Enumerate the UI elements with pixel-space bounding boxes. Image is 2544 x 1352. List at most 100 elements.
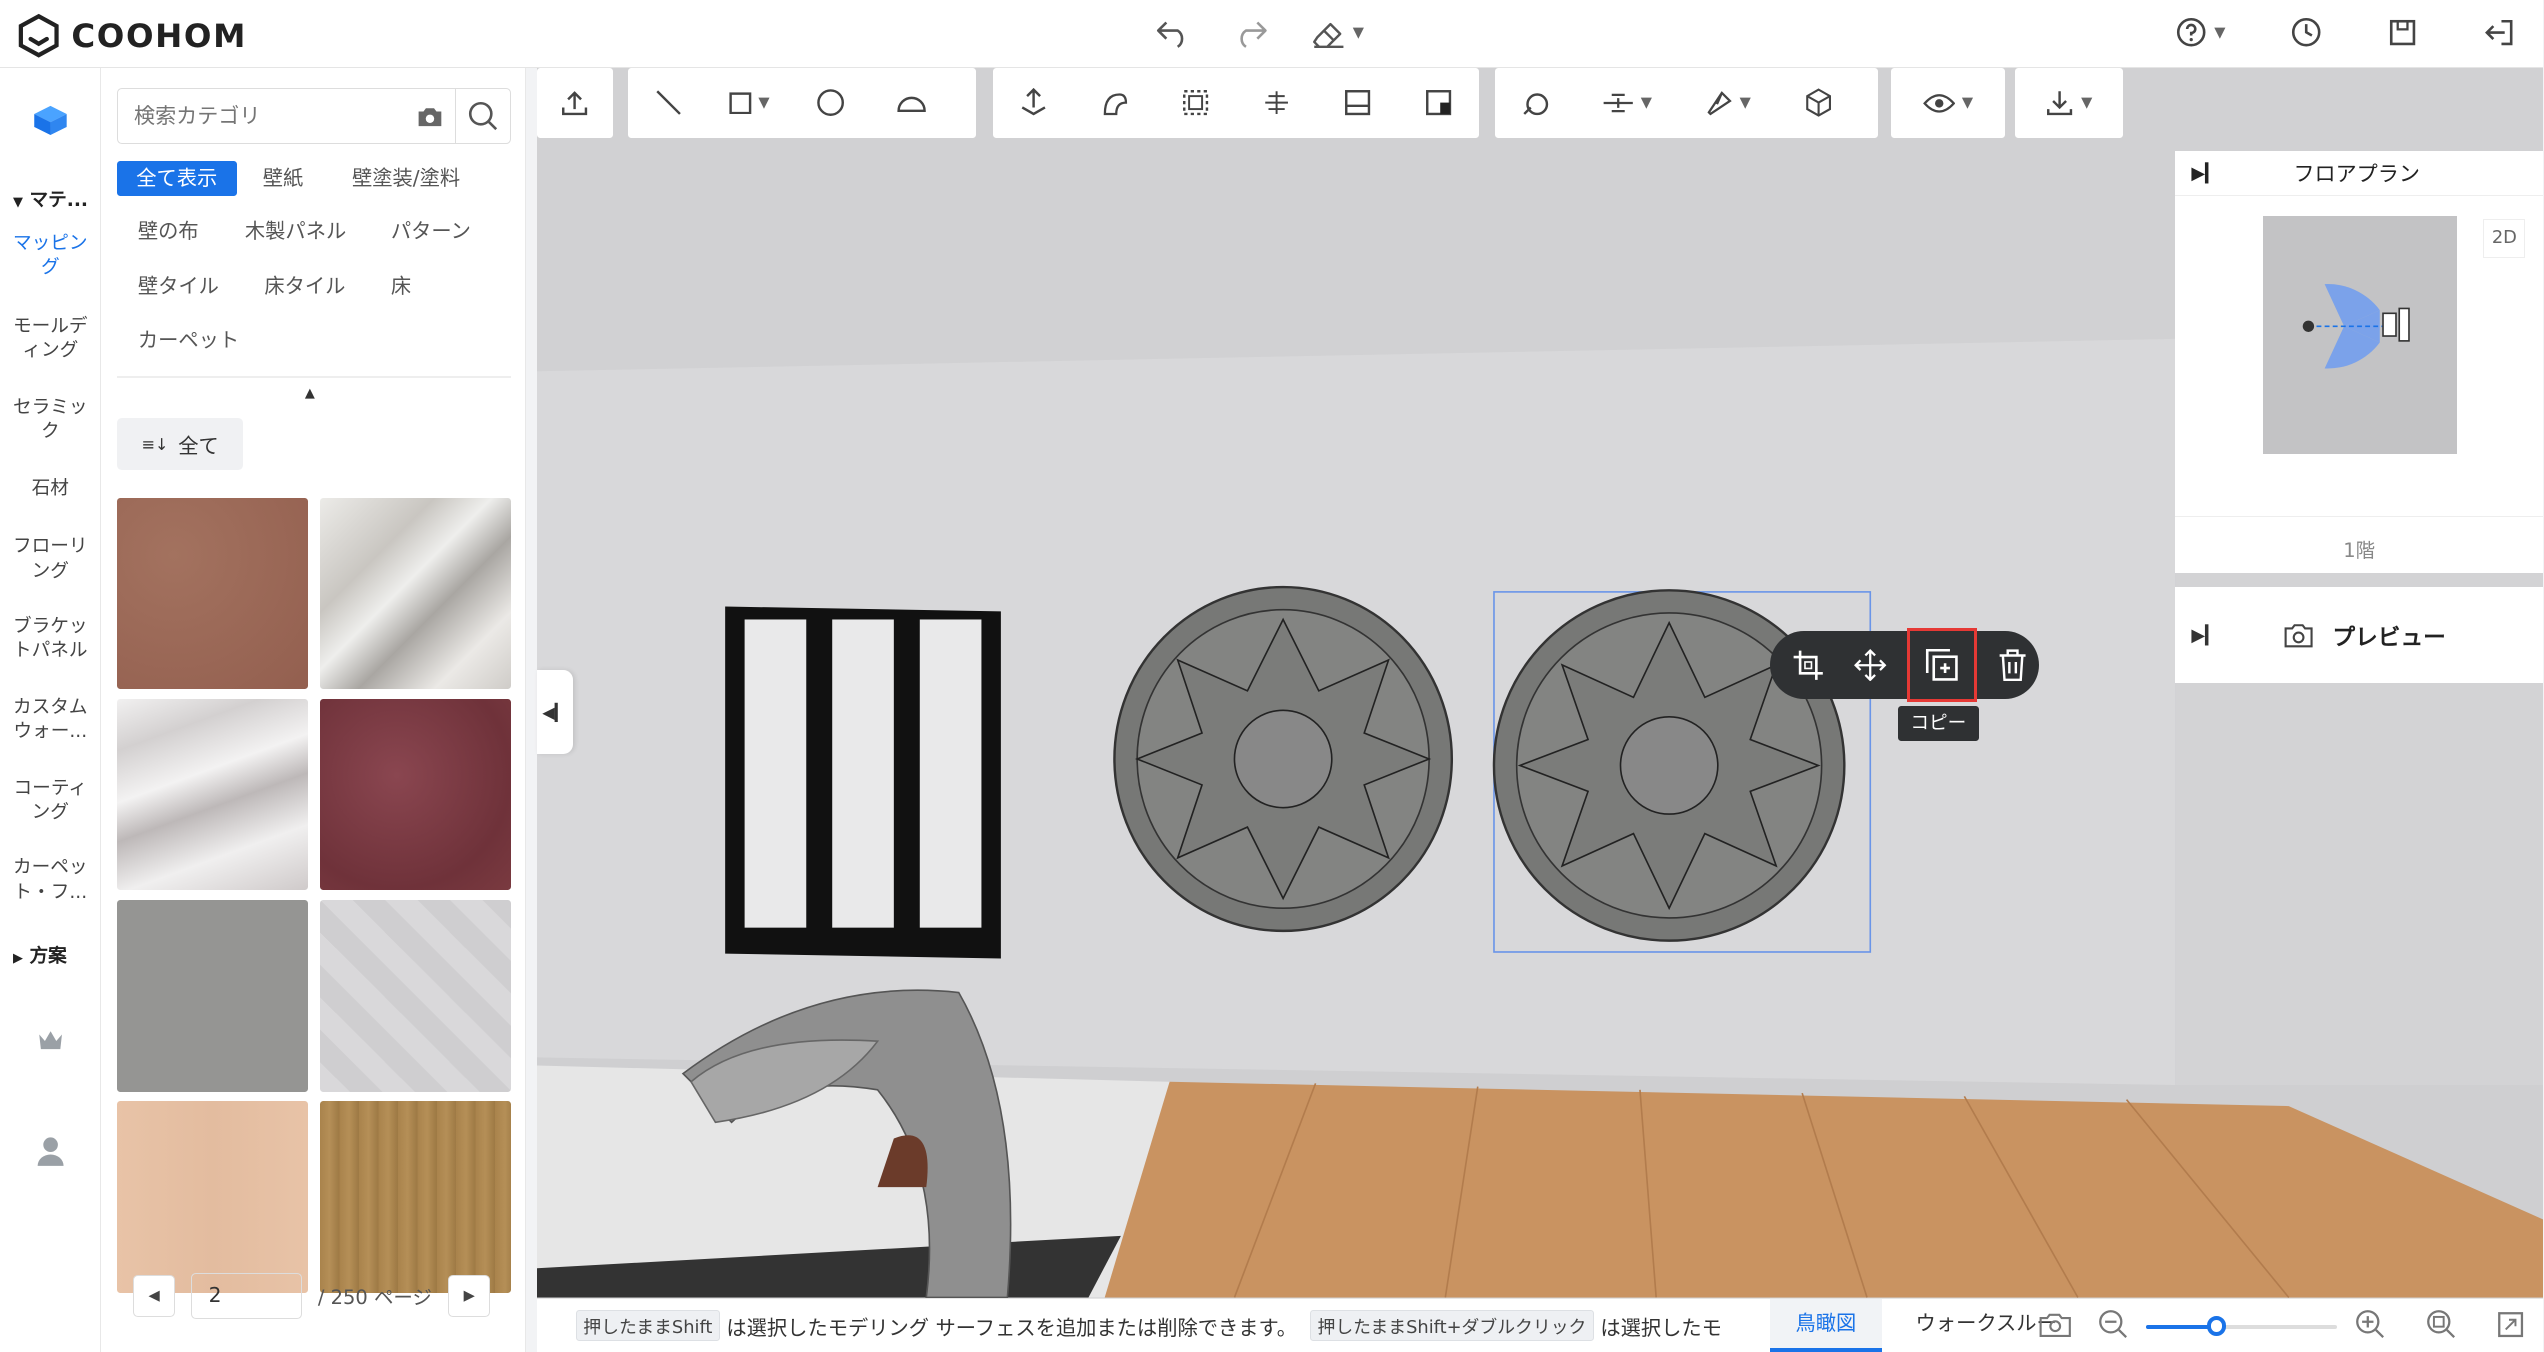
chevron-down-icon: ▼ (2214, 23, 2226, 41)
eraser-icon[interactable]: ▼ (1311, 16, 1364, 49)
save-icon[interactable] (2388, 18, 2417, 47)
filter-all-button[interactable]: ≡↓ 全て (116, 418, 244, 471)
line-tool-icon[interactable] (628, 68, 709, 138)
3d-model-icon[interactable] (1778, 68, 1859, 138)
zoom-slider-knob[interactable] (2206, 1316, 2227, 1336)
shortcut-key: 押したままShift (575, 1310, 720, 1342)
delete-icon[interactable] (1987, 636, 2039, 694)
texture-tile[interactable] (319, 1101, 511, 1293)
zoom-out-icon[interactable] (2097, 1308, 2129, 1345)
toolbar-group-edit (992, 68, 1480, 138)
category-chip-floor-tile[interactable]: 床タイル (245, 269, 365, 305)
nav-item-mapping[interactable]: マッピング (0, 232, 101, 281)
toolbar-group-draw: ▼ (627, 68, 977, 138)
sweep-icon[interactable] (1074, 68, 1155, 138)
floor-label[interactable]: 1階 (2175, 534, 2543, 563)
texture-tile[interactable] (116, 900, 309, 1092)
help-icon[interactable]: ▼ (2175, 16, 2225, 48)
search-input[interactable] (117, 89, 407, 143)
divider (116, 376, 511, 378)
nav-item-bracket-panel[interactable]: ブラケットパネル (0, 615, 101, 664)
app-root: COOHOM ▼ ▼ ▼ マテ... マッピング モールディング セラミック 石… (0, 0, 2544, 1352)
redo-icon[interactable] (1233, 16, 1269, 49)
move-icon[interactable] (1845, 636, 1897, 694)
category-chip-carpet[interactable]: カーペット (118, 323, 258, 359)
object-context-toolbar (1769, 627, 2039, 703)
category-chip-wood-panel[interactable]: 木製パネル (225, 214, 365, 250)
preview-button[interactable]: プレビュー (2219, 619, 2544, 652)
zoom-slider[interactable] (2145, 1316, 2338, 1336)
camera-icon (2284, 624, 2313, 648)
material-library-icon[interactable] (31, 101, 70, 137)
page-total: / 250 ページ (317, 1286, 432, 1310)
user-icon[interactable] (36, 1135, 65, 1167)
zoom-fit-icon[interactable] (2425, 1308, 2457, 1345)
copy-icon[interactable] (1906, 627, 1977, 703)
section-plan[interactable]: ▶ 方案 (13, 941, 67, 968)
copy-tooltip: コピー (1897, 705, 1979, 742)
align-icon[interactable]: ▼ (1577, 68, 1678, 138)
chevron-down-icon: ▼ (1352, 23, 1364, 41)
crown-icon[interactable] (36, 1028, 65, 1054)
logo[interactable]: COOHOM (16, 13, 247, 58)
view-mode-badge[interactable]: 2D (2483, 218, 2526, 258)
nav-item-stone[interactable]: 石材 (0, 477, 101, 501)
material-brush-icon[interactable]: ▼ (1677, 68, 1778, 138)
floorplan-title: フロアプラン (2293, 161, 2420, 187)
panel-icon[interactable] (1317, 68, 1398, 138)
panel-toggle-icon[interactable]: ▶▎ (2191, 163, 2218, 184)
texture-tile[interactable] (319, 497, 511, 690)
crop-icon[interactable] (1783, 636, 1835, 694)
texture-tile[interactable] (319, 699, 511, 891)
section-material[interactable]: ▼ マテ... (13, 185, 88, 212)
collapse-panel-tab[interactable]: ◀▎ (536, 669, 573, 755)
nav-item-ceramic[interactable]: セラミック (0, 396, 101, 445)
upload-icon[interactable] (537, 68, 613, 138)
category-chip-wall-paint[interactable]: 壁塗装/塗料 (333, 161, 480, 197)
arc-tool-icon[interactable] (871, 68, 952, 138)
texture-tile[interactable] (116, 1101, 309, 1293)
rotate-icon[interactable] (1495, 68, 1576, 138)
download-icon[interactable]: ▼ (2015, 68, 2124, 138)
texture-tile[interactable] (116, 699, 309, 891)
texture-tile[interactable] (319, 900, 511, 1092)
category-chip-pattern[interactable]: パターン (371, 214, 490, 250)
search-icon[interactable] (454, 89, 510, 143)
floorplan-minimap[interactable] (2262, 215, 2458, 455)
next-page-button[interactable]: ▶ (448, 1274, 491, 1318)
toolbar-group-upload (536, 68, 614, 138)
nav-item-custom-wall[interactable]: カスタムウォー... (0, 696, 101, 745)
logo-mark-icon (18, 13, 59, 58)
category-chip-wallpaper[interactable]: 壁紙 (243, 161, 322, 197)
texture-tile[interactable] (116, 497, 309, 690)
screenshot-icon[interactable] (2039, 1310, 2071, 1344)
category-chip-floor[interactable]: 床 (371, 269, 430, 305)
nav-item-flooring[interactable]: フローリング (0, 535, 101, 584)
camera-search-icon[interactable] (406, 89, 455, 143)
select-area-icon[interactable] (1155, 68, 1236, 138)
fullscreen-icon[interactable] (2496, 1310, 2525, 1344)
push-pull-icon[interactable] (993, 68, 1074, 138)
page-input[interactable]: 2 (191, 1273, 302, 1319)
undo-icon[interactable] (1155, 16, 1191, 49)
collapse-up-icon[interactable]: ▲ (305, 386, 315, 401)
prev-page-button[interactable]: ◀ (133, 1274, 176, 1318)
toolbar-group-export: ▼ (2014, 68, 2124, 138)
exit-icon[interactable] (2482, 18, 2514, 47)
category-chip-all[interactable]: 全て表示 (116, 160, 237, 197)
layout-icon[interactable] (1398, 68, 1479, 138)
category-chip-wall-fabric[interactable]: 壁の布 (118, 214, 218, 250)
eye-icon[interactable]: ▼ (1891, 68, 2005, 138)
category-chip-wall-tile[interactable]: 壁タイル (118, 269, 238, 305)
nav-item-molding[interactable]: モールディング (0, 315, 101, 364)
panel-toggle-icon[interactable]: ▶▎ (2191, 625, 2218, 646)
nav-item-coating[interactable]: コーティング (0, 777, 101, 826)
tab-birds-eye[interactable]: 鳥瞰図 (1769, 1298, 1883, 1352)
circle-tool-icon[interactable] (790, 68, 871, 138)
split-icon[interactable] (1236, 68, 1317, 138)
history-icon[interactable] (2290, 16, 2322, 48)
rectangle-tool-icon[interactable]: ▼ (709, 68, 790, 138)
nav-item-carpet[interactable]: カーペット・フ... (0, 856, 101, 905)
zoom-in-icon[interactable] (2354, 1308, 2386, 1345)
shortcut-key: 押したままShift+ダブルクリック (1310, 1310, 1594, 1342)
